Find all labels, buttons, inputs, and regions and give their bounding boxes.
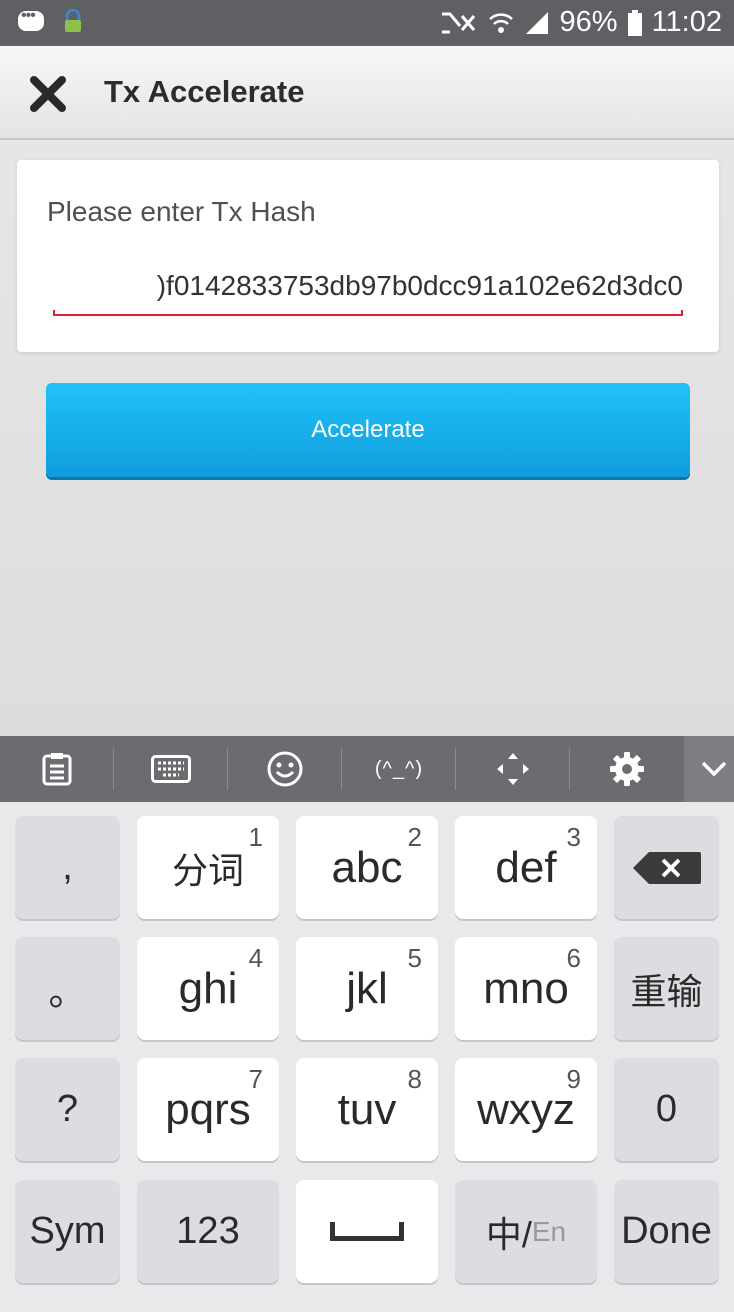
- space-icon: [330, 1222, 404, 1241]
- key-number: 1: [248, 822, 263, 852]
- clock: 11:02: [651, 6, 722, 38]
- key-number: 2: [407, 822, 422, 852]
- key-comma[interactable]: ,: [15, 816, 120, 919]
- key-pqrs[interactable]: pqrs 7: [137, 1058, 279, 1161]
- smiley-icon: [267, 751, 303, 787]
- keyboard-settings-button[interactable]: [570, 736, 684, 802]
- close-icon[interactable]: [26, 72, 70, 116]
- vpn-lock-icon: [65, 8, 81, 32]
- key-label: Done: [621, 1210, 712, 1252]
- key-number: 8: [407, 1064, 422, 1094]
- key-label: 。: [48, 972, 87, 1014]
- key-ghi[interactable]: ghi 4: [137, 937, 279, 1040]
- key-number: 3: [566, 822, 581, 852]
- key-label: 123: [176, 1210, 240, 1252]
- key-123[interactable]: 123: [137, 1180, 279, 1283]
- app-header: Tx Accelerate: [0, 46, 734, 140]
- key-done[interactable]: Done: [614, 1180, 719, 1283]
- key-label: pqrs: [165, 1084, 251, 1134]
- tx-hash-input[interactable]: [53, 260, 683, 312]
- key-reinput[interactable]: 重输: [614, 937, 719, 1040]
- status-bar: 96% 11:02: [0, 0, 734, 46]
- key-jkl[interactable]: jkl 5: [296, 937, 438, 1040]
- chevron-down-icon: [701, 761, 727, 777]
- emoticon-button[interactable]: (^_^): [342, 736, 456, 802]
- key-period[interactable]: 。: [15, 937, 120, 1040]
- keyboard-toolbar: (^_^): [0, 736, 734, 802]
- input-underline: [53, 310, 683, 316]
- cursor-move-button[interactable]: [456, 736, 570, 802]
- keyboard-switch-button[interactable]: [114, 736, 228, 802]
- key-abc[interactable]: abc 2: [296, 816, 438, 919]
- key-sublabel: En: [531, 1215, 567, 1247]
- key-label: ?: [56, 1088, 79, 1130]
- key-label: 分词: [171, 849, 244, 891]
- message-notification-icon: [18, 7, 44, 31]
- key-sym[interactable]: Sym: [15, 1180, 120, 1283]
- signal-icon: [525, 11, 548, 34]
- key-label: 中/: [485, 1213, 532, 1255]
- battery-percent: 96%: [559, 6, 618, 38]
- key-label: 0: [655, 1088, 678, 1130]
- move-arrows-icon: [497, 753, 529, 785]
- key-label: wxyz: [477, 1084, 575, 1134]
- key-def[interactable]: def 3: [455, 816, 597, 919]
- keyboard: , 分词 1 abc 2 def 3 。 ghi 4 jkl 5 mno 6 重…: [0, 802, 734, 1312]
- key-label: 重输: [630, 970, 703, 1012]
- key-space[interactable]: [296, 1180, 438, 1283]
- key-number: 6: [566, 943, 581, 973]
- key-label: ,: [62, 846, 73, 888]
- key-label: tuv: [337, 1084, 397, 1134]
- tx-hash-card: Please enter Tx Hash: [17, 160, 719, 352]
- key-language-switch[interactable]: 中/ En: [455, 1180, 597, 1283]
- key-number: 4: [248, 943, 263, 973]
- emoji-button[interactable]: [228, 736, 342, 802]
- key-label: ghi: [178, 963, 238, 1013]
- accelerate-button[interactable]: Accelerate: [46, 383, 690, 477]
- key-wxyz[interactable]: wxyz 9: [455, 1058, 597, 1161]
- key-number: 7: [248, 1064, 263, 1094]
- mute-icon: [441, 12, 475, 33]
- key-label: def: [495, 842, 557, 892]
- key-tuv[interactable]: tuv 8: [296, 1058, 438, 1161]
- wifi-icon: [488, 12, 513, 33]
- keyboard-icon: [151, 755, 191, 783]
- page-title: Tx Accelerate: [104, 74, 305, 109]
- key-label: Sym: [29, 1210, 106, 1252]
- key-fenci[interactable]: 分词 1: [137, 816, 279, 919]
- key-label: jkl: [346, 963, 388, 1013]
- clipboard-button[interactable]: [0, 736, 114, 802]
- key-label: abc: [331, 842, 403, 892]
- key-backspace[interactable]: [614, 816, 719, 919]
- key-number: 9: [566, 1064, 581, 1094]
- backspace-icon: [632, 851, 701, 884]
- key-number: 5: [407, 943, 422, 973]
- emoticon-label: (^_^): [374, 757, 424, 780]
- key-mno[interactable]: mno 6: [455, 937, 597, 1040]
- gear-icon: [610, 752, 644, 786]
- clipboard-icon: [42, 753, 72, 786]
- key-zero[interactable]: 0: [614, 1058, 719, 1161]
- key-question[interactable]: ?: [15, 1058, 120, 1161]
- tx-hash-label: Please enter Tx Hash: [47, 196, 316, 227]
- key-label: mno: [483, 963, 569, 1013]
- collapse-keyboard-button[interactable]: [684, 736, 734, 802]
- battery-icon: [627, 9, 642, 36]
